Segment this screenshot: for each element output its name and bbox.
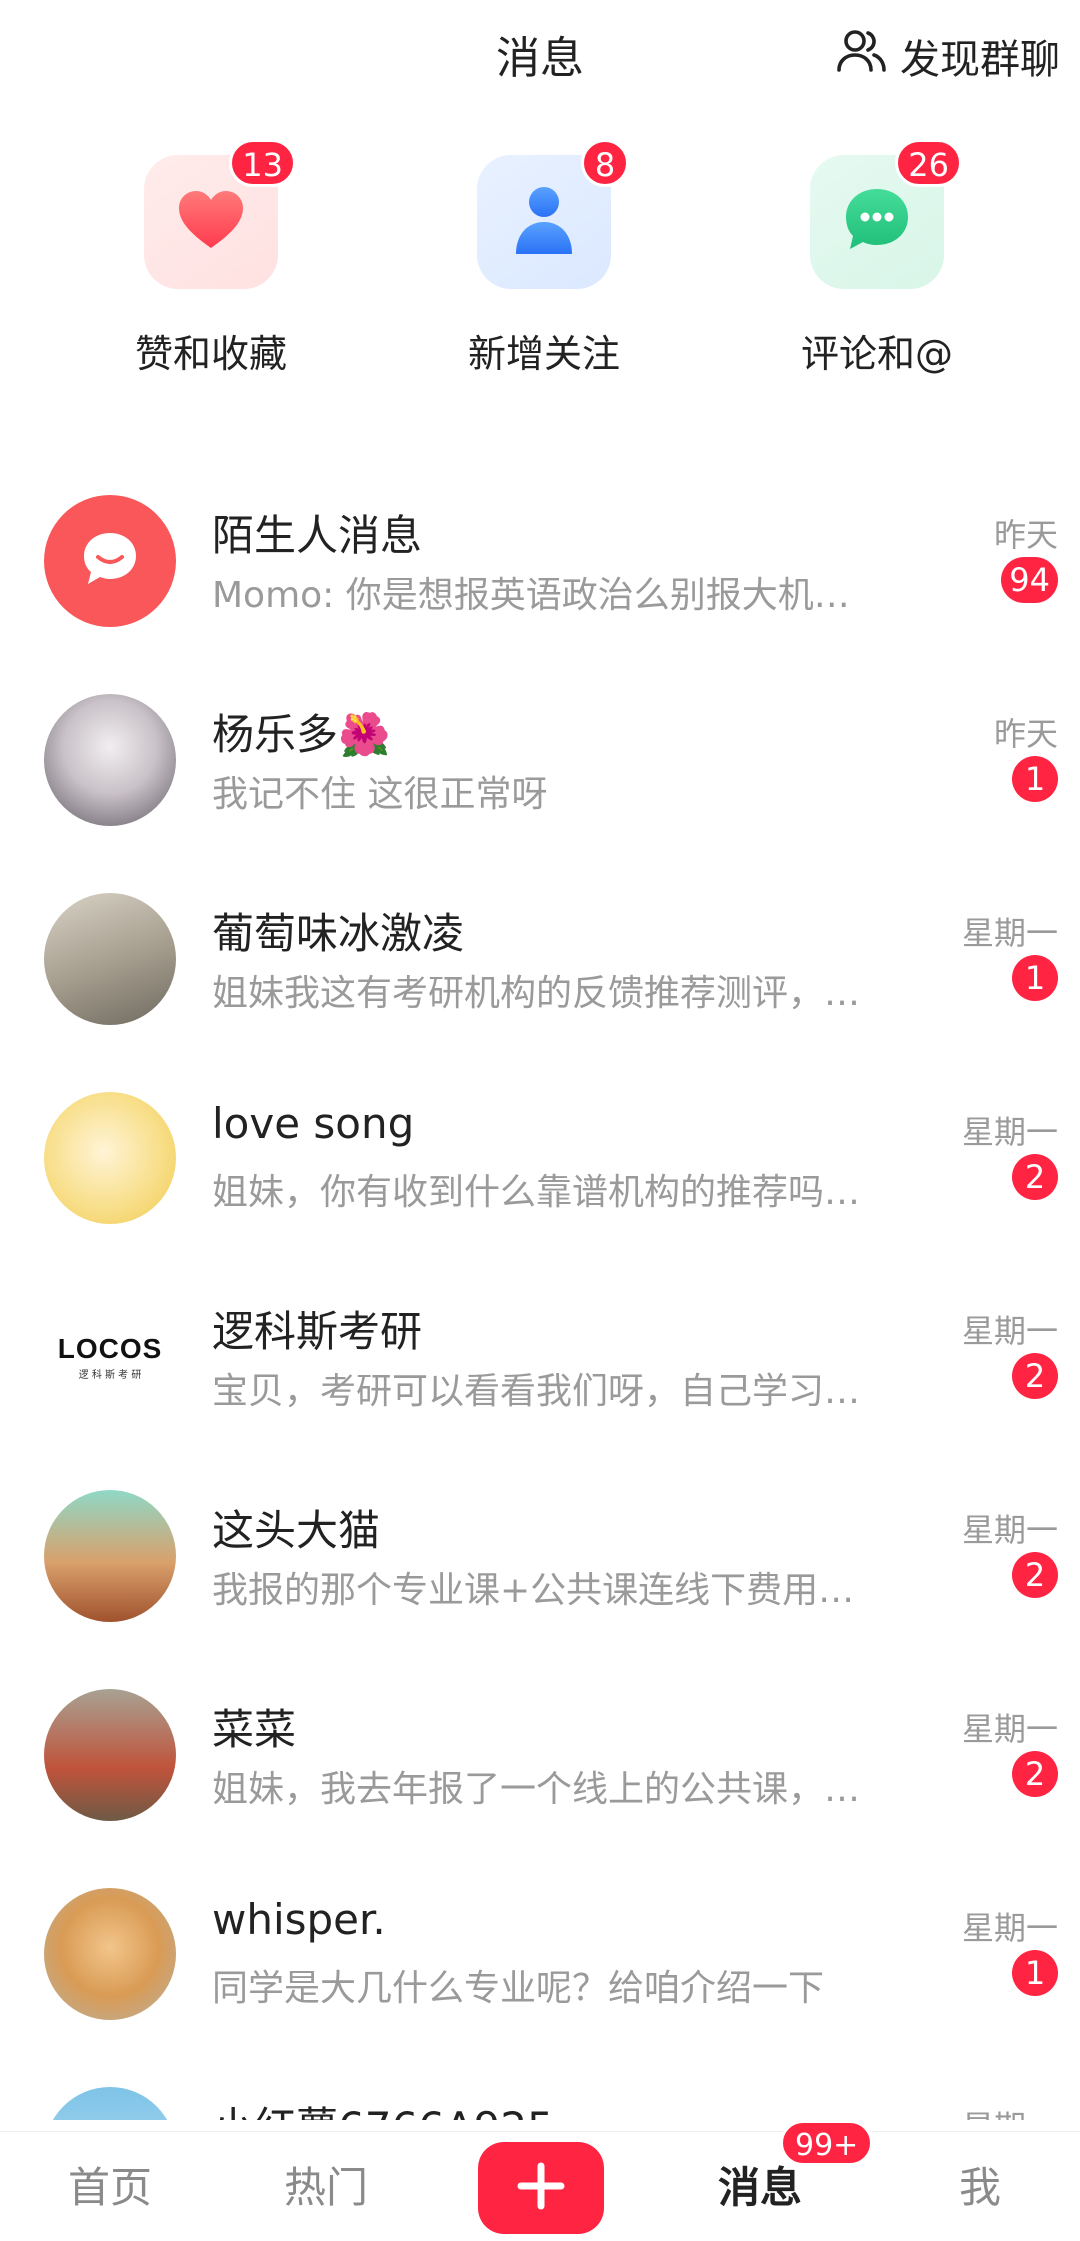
contact-name: 逻科斯考研	[212, 1307, 423, 1356]
unread-badge: 1	[1012, 756, 1058, 802]
chat-bubble-icon	[842, 185, 912, 259]
category-new-followers[interactable]: 8 新增关注	[424, 139, 664, 378]
messages-tab-badge: 99+	[780, 2120, 874, 2166]
unread-badge: 2	[1012, 1353, 1058, 1399]
list-item[interactable]: whisper. 同学是大几什么专业呢？给咱介绍一下 星期一 1	[0, 1873, 1080, 2072]
person-icon	[512, 184, 576, 260]
list-item[interactable]: love song 姐妹，你有收到什么靠谱机构的推荐吗… 星期一 2	[0, 1077, 1080, 1276]
message-preview: 姐妹，我去年报了一个线上的公共课，…	[212, 1769, 861, 1810]
avatar	[44, 2087, 176, 2120]
message-preview: 我记不住 这很正常呀	[212, 774, 548, 815]
contact-name: whisper.	[212, 1895, 386, 1944]
comments-badge: 26	[895, 139, 962, 187]
avatar	[44, 694, 176, 826]
contact-name: 小红薯6766A925	[212, 2094, 554, 2120]
message-time: 昨天	[993, 715, 1058, 753]
discover-group-chat-button[interactable]: 发现群聊	[834, 24, 1060, 88]
category-label: 新增关注	[467, 332, 620, 376]
stranger-message-icon	[78, 527, 142, 595]
header: 消息 发现群聊	[0, 0, 1080, 110]
locos-logo-subtitle: 逻 科 斯 考 研	[78, 1370, 142, 1381]
contact-name: 葡萄味冰激凌	[212, 909, 465, 958]
contact-name: 杨乐多🌺	[212, 710, 391, 759]
follow-icon-tile: 8	[477, 139, 629, 289]
avatar	[44, 495, 176, 627]
message-time: 星期一	[961, 1113, 1058, 1151]
unread-badge: 2	[1012, 1751, 1058, 1797]
locos-logo: LOCOS	[57, 1333, 163, 1364]
avatar: LOCOS 逻 科 斯 考 研	[44, 1291, 176, 1423]
message-time: 星期一	[961, 914, 1058, 952]
discover-label: 发现群聊	[900, 37, 1060, 83]
tab-hot[interactable]: 热门	[256, 2154, 396, 2215]
message-preview: 宝贝，考研可以看看我们呀，自己学习…	[212, 1371, 861, 1412]
message-time: 星期一	[962, 2102, 1058, 2120]
unread-badge: 94	[1001, 557, 1058, 603]
list-item[interactable]: 小红薯6766A925 星期一	[0, 2072, 1080, 2120]
contact-name: 菜菜	[212, 1705, 297, 1754]
message-time: 星期一	[961, 1312, 1058, 1350]
unread-badge: 1	[1012, 1950, 1058, 1996]
message-preview: 姐妹，你有收到什么靠谱机构的推荐吗…	[212, 1172, 861, 1213]
group-users-icon	[834, 24, 888, 88]
unread-badge: 1	[1012, 955, 1058, 1001]
avatar	[44, 893, 176, 1025]
bottom-tab-bar: 首页 热门 消息 99+ 我	[0, 2120, 1080, 2241]
contact-name: 陌生人消息	[212, 511, 423, 560]
comment-icon-tile: 26	[810, 139, 962, 289]
unread-badge: 2	[1012, 1552, 1058, 1598]
message-preview: 同学是大几什么专业呢？给咱介绍一下	[212, 1968, 825, 2009]
heart-icon	[176, 188, 246, 256]
list-item[interactable]: 葡萄味冰激凌 姐妹我这有考研机构的反馈推荐测评，… 星期一 1	[0, 878, 1080, 1077]
avatar	[44, 1689, 176, 1821]
message-preview: Momo: 你是想报英语政治么别报大机…	[212, 575, 850, 616]
message-time: 星期一	[961, 1710, 1058, 1748]
list-item[interactable]: 菜菜 姐妹，我去年报了一个线上的公共课，… 星期一 2	[0, 1674, 1080, 1873]
category-comments-mentions[interactable]: 26 评论和@	[757, 139, 997, 378]
category-likes-collections[interactable]: 13 赞和收藏	[91, 139, 331, 378]
message-preview: 姐妹我这有考研机构的反馈推荐测评，…	[212, 973, 861, 1014]
list-item[interactable]: LOCOS 逻 科 斯 考 研 逻科斯考研 宝贝，考研可以看看我们呀，自己学习……	[0, 1276, 1080, 1475]
followers-badge: 8	[581, 139, 629, 187]
plus-icon	[513, 2158, 569, 2218]
message-time: 星期一	[961, 1511, 1058, 1549]
tab-home[interactable]: 首页	[40, 2154, 180, 2215]
message-preview: 我报的那个专业课+公共课连线下费用…	[212, 1570, 855, 1611]
category-label: 评论和@	[800, 332, 953, 376]
unread-badge: 2	[1012, 1154, 1058, 1200]
publish-button[interactable]	[478, 2142, 604, 2234]
notification-categories: 13 赞和收藏 8 新增关注 26 评论和@	[0, 139, 1080, 385]
message-list: 陌生人消息 Momo: 你是想报英语政治么别报大机… 昨天 94 杨乐多🌺 我记…	[0, 480, 1080, 2120]
avatar	[44, 1888, 176, 2020]
contact-name: 这头大猫	[212, 1506, 381, 1555]
category-label: 赞和收藏	[134, 332, 287, 376]
avatar	[44, 1092, 176, 1224]
avatar	[44, 1490, 176, 1622]
message-time: 昨天	[993, 516, 1058, 554]
message-time: 星期一	[961, 1909, 1058, 1947]
likes-icon-tile: 13	[144, 139, 296, 289]
tab-me[interactable]: 我	[910, 2154, 1050, 2215]
list-item[interactable]: 这头大猫 我报的那个专业课+公共课连线下费用… 星期一 2	[0, 1475, 1080, 1674]
list-item[interactable]: 陌生人消息 Momo: 你是想报英语政治么别报大机… 昨天 94	[0, 480, 1080, 679]
contact-name: love song	[212, 1099, 415, 1148]
likes-badge: 13	[229, 139, 296, 187]
list-item[interactable]: 杨乐多🌺 我记不住 这很正常呀 昨天 1	[0, 679, 1080, 878]
